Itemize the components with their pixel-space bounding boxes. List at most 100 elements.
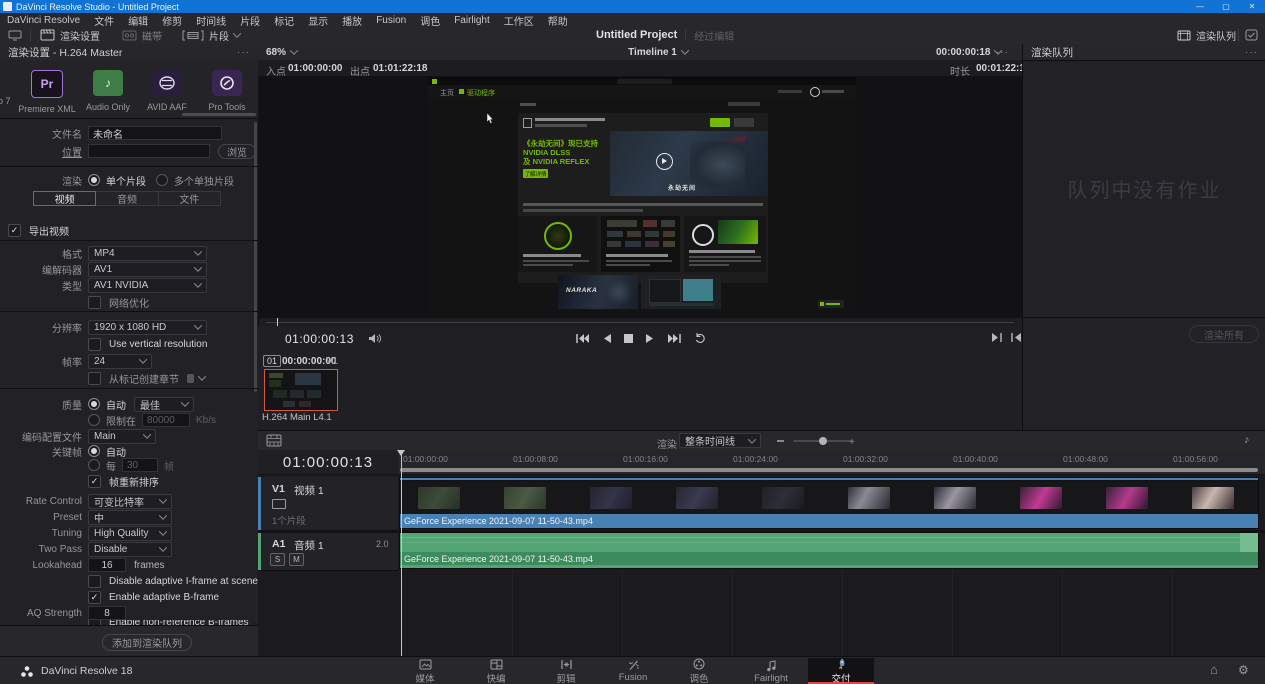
menu-fusion[interactable]: Fusion (369, 15, 413, 26)
page-tab-color[interactable]: 调色 (666, 658, 732, 684)
menu-trim[interactable]: 修剪 (155, 13, 189, 28)
rate-control-select[interactable]: 可变比特率 (88, 494, 172, 509)
zoom-out-button[interactable] (777, 440, 784, 442)
menu-fairlight[interactable]: Fairlight (447, 15, 497, 26)
clips-view-button[interactable]: 片段 (182, 27, 240, 43)
timeline-zoom-slider[interactable] (793, 440, 853, 442)
auto-select-icon[interactable] (272, 499, 286, 509)
menu-help[interactable]: 帮助 (541, 13, 575, 28)
zoom-slider-handle[interactable] (819, 437, 827, 445)
close-button[interactable]: ✕ (1239, 2, 1265, 11)
loop-button[interactable] (694, 332, 707, 344)
page-tab-cut[interactable]: 快编 (463, 658, 529, 684)
panel-options-button[interactable]: ··· (237, 47, 250, 58)
menu-edit[interactable]: 编辑 (121, 13, 155, 28)
solo-button[interactable]: S (270, 553, 285, 566)
play-to-out-button[interactable] (992, 333, 1002, 342)
filename-input[interactable]: 未命名 (88, 126, 222, 140)
render-queue-toggle[interactable]: 渲染队列 (1177, 27, 1236, 43)
menu-davinci[interactable]: DaVinci Resolve (0, 15, 87, 26)
render-queue-options-button[interactable]: ··· (1245, 47, 1258, 58)
tuning-select[interactable]: High Quality (88, 526, 172, 541)
render-all-button[interactable]: 渲染所有 (1189, 325, 1259, 343)
preset-audio-only[interactable]: ♪ Audio Only (78, 70, 138, 112)
add-to-render-queue-button[interactable]: 添加到渲染队列 (102, 634, 192, 651)
play-reverse-button[interactable] (603, 333, 611, 344)
radio-single-clip[interactable] (88, 174, 100, 186)
browse-button[interactable]: 浏览 (218, 144, 256, 159)
viewer-zoom-select[interactable]: 68% (266, 44, 297, 60)
timeline-video-clip[interactable]: GeForce Experience 2021-09-07 11-50-43.m… (400, 478, 1258, 528)
adaptive-bframe-checkbox[interactable]: ✓ (88, 591, 101, 604)
menu-file[interactable]: 文件 (87, 13, 121, 28)
vertical-res-checkbox[interactable] (88, 338, 101, 351)
page-tab-edit[interactable]: 剪辑 (533, 658, 599, 684)
timeline-ruler[interactable]: 01:00:00:00 01:00:08:00 01:00:16:00 01:0… (398, 450, 1265, 475)
aq-strength-input[interactable]: 8 (88, 606, 126, 620)
quality-limit-radio[interactable] (88, 414, 100, 426)
tab-file[interactable]: 文件 (159, 191, 221, 206)
viewer-options-button[interactable]: ··· (996, 47, 1009, 58)
location-input[interactable] (88, 144, 210, 158)
bitrate-input[interactable]: 80000 (142, 413, 190, 427)
skip-start-button[interactable] (576, 333, 590, 344)
format-select[interactable]: MP4 (88, 246, 207, 261)
keyframe-auto-radio[interactable] (88, 445, 100, 457)
menu-mark[interactable]: 标记 (267, 13, 301, 28)
menu-timeline[interactable]: 时间线 (189, 13, 233, 28)
resolution-select[interactable]: 1920 x 1080 HD (88, 320, 207, 335)
keyframe-interval-input[interactable]: 30 (122, 458, 158, 472)
timeline-view-icon[interactable] (266, 434, 282, 447)
timeline-selector[interactable]: Timeline 1 (603, 44, 713, 60)
lookahead-input[interactable]: 16 (88, 558, 126, 572)
play-from-in-button[interactable] (1011, 333, 1021, 342)
page-tab-fairlight[interactable]: Fairlight (738, 658, 804, 684)
skip-end-button[interactable] (667, 333, 681, 344)
preset-avid-aaf[interactable]: AVID AAF (137, 70, 197, 112)
page-tab-fusion[interactable]: Fusion (600, 658, 666, 684)
clean-feed-button[interactable] (8, 27, 22, 43)
two-pass-select[interactable]: Disable (88, 542, 172, 557)
radio-multiple-clips[interactable] (156, 174, 168, 186)
menu-clip[interactable]: 片段 (233, 13, 267, 28)
audio-mute-icon[interactable] (368, 333, 381, 344)
checklist-toggle[interactable] (1245, 29, 1258, 41)
preset-pro-tools[interactable]: Pro Tools (197, 70, 257, 112)
audio-track-icon[interactable]: ♪ (1244, 434, 1250, 446)
preset-premiere-xml[interactable]: Pr Premiere XML (17, 70, 77, 114)
viewer-scrub-playhead[interactable] (277, 318, 278, 326)
type-select[interactable]: AV1 NVIDIA (88, 278, 207, 293)
render-scope-select[interactable]: 整条时间线 (679, 433, 761, 448)
track-header-v1[interactable]: V1 视频 1 1个片段 (258, 477, 398, 531)
preset-select[interactable]: 中 (88, 510, 172, 525)
framerate-select[interactable]: 24 (88, 354, 152, 369)
track-header-a1[interactable]: A1 音频 1 2.0 S M (258, 533, 398, 571)
page-tab-deliver[interactable]: 交付 (808, 658, 874, 684)
page-tab-media[interactable]: 媒体 (392, 658, 458, 684)
adaptive-iframe-checkbox[interactable] (88, 575, 101, 588)
play-button[interactable] (646, 333, 654, 344)
menu-playback[interactable]: 播放 (335, 13, 369, 28)
maximize-button[interactable]: ▢ (1213, 2, 1239, 11)
export-video-checkbox[interactable]: ✓ (8, 224, 21, 237)
zoom-in-button[interactable]: + (849, 437, 855, 448)
chapters-checkbox[interactable] (88, 372, 101, 385)
frame-reorder-checkbox[interactable]: ✓ (88, 475, 101, 488)
quality-auto-radio[interactable] (88, 398, 100, 410)
render-clip-thumbnail[interactable] (264, 369, 338, 411)
timeline-playhead[interactable] (401, 450, 402, 656)
menu-color[interactable]: 调色 (413, 13, 447, 28)
tape-button[interactable]: 磁带 (122, 27, 162, 43)
timeline-scrollbar[interactable] (400, 468, 1258, 472)
render-settings-button[interactable]: 渲染设置 (40, 27, 100, 43)
timeline-audio-clip[interactable]: GeForce Experience 2021-09-07 11-50-43.m… (400, 533, 1258, 568)
quality-auto-select[interactable]: 最佳 (134, 397, 194, 412)
viewer-scrub-bar[interactable] (266, 322, 1014, 323)
menu-view[interactable]: 显示 (301, 13, 335, 28)
stop-button[interactable] (624, 333, 633, 344)
menu-workspace[interactable]: 工作区 (497, 13, 541, 28)
tab-audio[interactable]: 音频 (96, 191, 158, 206)
mute-button[interactable]: M (289, 553, 304, 566)
profile-select[interactable]: Main (88, 429, 156, 444)
tab-video[interactable]: 视频 (33, 191, 96, 206)
